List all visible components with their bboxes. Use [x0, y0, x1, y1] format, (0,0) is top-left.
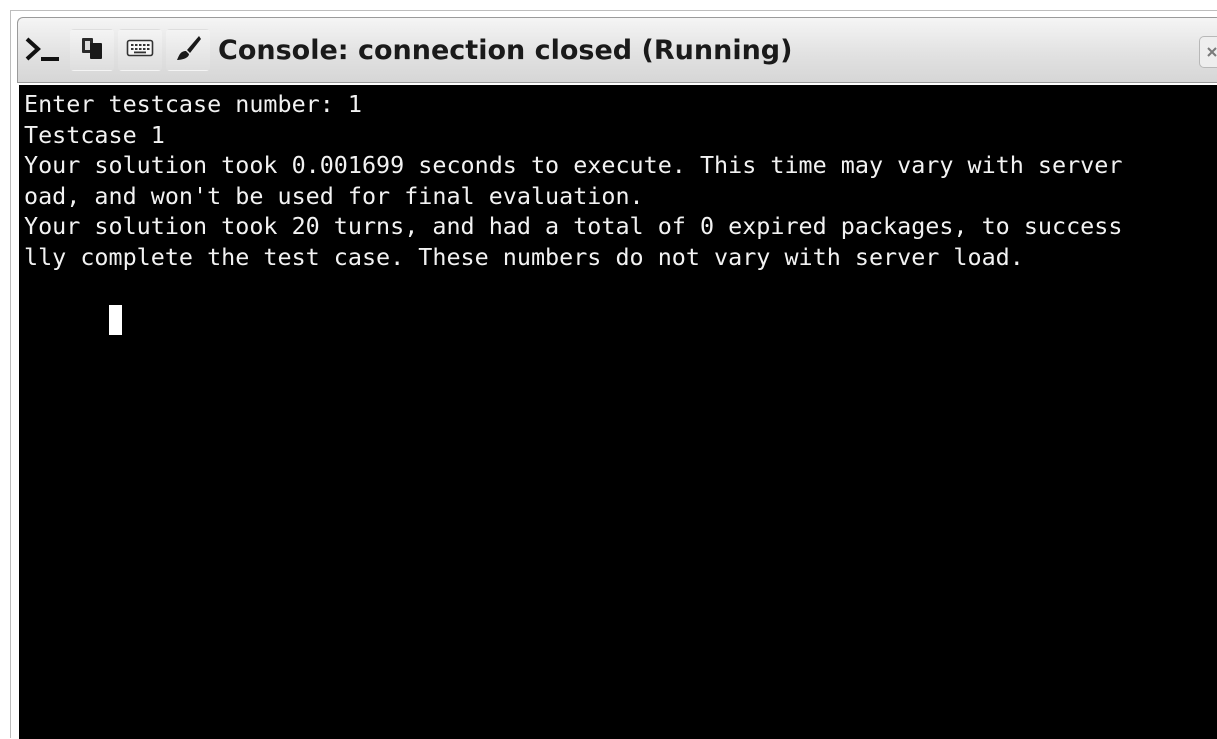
console-line: Your solution took 0.001699 seconds to e… — [24, 151, 1123, 179]
console-line: Enter testcase number: 1 — [24, 90, 362, 118]
terminal-prompt-icon — [22, 28, 66, 72]
console-line: oad, and won't be used for final evaluat… — [24, 181, 644, 210]
copy-button[interactable] — [70, 29, 114, 71]
console-line: Testcase 1 — [24, 120, 165, 149]
clear-brush-icon — [174, 34, 202, 67]
console-line: lly complete the test case. These number… — [24, 242, 1024, 271]
keyboard-button[interactable] — [118, 29, 162, 71]
clear-button[interactable] — [166, 29, 210, 71]
console-title: Console: connection closed (Running) — [218, 34, 793, 66]
copy-icon — [80, 35, 104, 66]
console-window: Console: connection closed (Running) Ent… — [10, 10, 1217, 739]
console-titlebar: Console: connection closed (Running) — [17, 17, 1217, 83]
console-input-line[interactable] — [24, 272, 1217, 335]
close-button[interactable] — [1199, 36, 1217, 68]
keyboard-icon — [126, 38, 154, 63]
console-output[interactable]: Enter testcase number: 1 Testcase 1 Your… — [19, 85, 1217, 739]
text-cursor — [108, 304, 122, 335]
console-line: Your solution took 20 turns, and had a t… — [24, 212, 1123, 240]
